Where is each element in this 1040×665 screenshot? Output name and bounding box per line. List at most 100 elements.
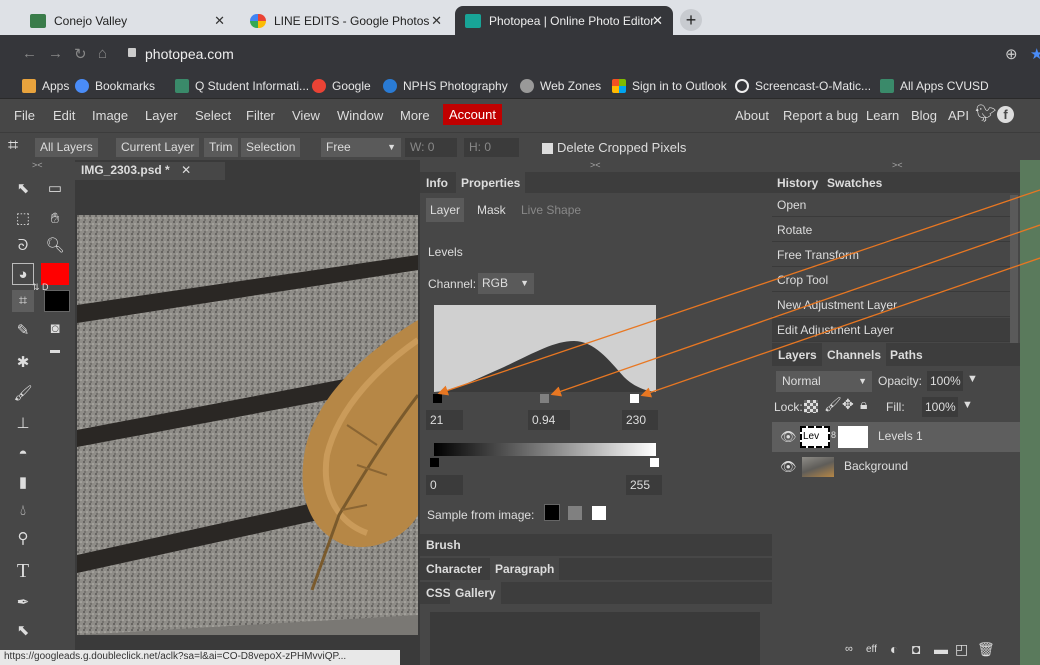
- input-white-field[interactable]: 230: [622, 410, 658, 430]
- menu-learn[interactable]: Learn: [866, 108, 899, 123]
- bookmark-cvusd[interactable]: All Apps CVUSD: [880, 72, 989, 99]
- blur-tool-icon[interactable]: 💧︎: [12, 500, 34, 522]
- input-black-field[interactable]: 21: [426, 410, 463, 430]
- menu-more[interactable]: More: [400, 108, 430, 123]
- fill-field[interactable]: 100%: [922, 397, 958, 417]
- lock-all-icon[interactable]: 🔒︎: [860, 396, 867, 413]
- channel-select[interactable]: RGB ▼: [478, 273, 534, 294]
- tab-css[interactable]: CSS: [426, 586, 451, 600]
- lock-transparency-icon[interactable]: [804, 400, 818, 413]
- tab-history[interactable]: History: [777, 176, 818, 190]
- tab-channels[interactable]: Channels: [822, 343, 887, 367]
- menu-filter[interactable]: Filter: [246, 108, 275, 123]
- output-white-slider[interactable]: [650, 458, 659, 467]
- bookmark-web-zones[interactable]: Web Zones: [520, 72, 601, 99]
- history-item-edit-adjustment-layer[interactable]: Edit Adjustment Layer: [772, 318, 1010, 342]
- menu-about[interactable]: About: [735, 108, 769, 123]
- ratio-select[interactable]: Free ▼: [321, 138, 401, 157]
- gradient-tool-icon[interactable]: ▮: [12, 472, 34, 494]
- subtab-layer[interactable]: Layer: [426, 198, 465, 222]
- hand-tool-icon[interactable]: ✋︎: [44, 208, 66, 230]
- output-white-field[interactable]: 255: [626, 475, 662, 495]
- pen-tool-icon[interactable]: ✒︎: [12, 592, 34, 614]
- new-tab-button[interactable]: +: [680, 9, 702, 31]
- width-field[interactable]: W: 0: [405, 138, 457, 157]
- quick-select-tool-icon[interactable]: ◕: [12, 263, 34, 285]
- current-layer-button[interactable]: Current Layer: [116, 138, 200, 157]
- facebook-icon[interactable]: f: [997, 106, 1014, 123]
- bookmark-nphs[interactable]: NPHS Photography: [383, 72, 508, 99]
- collapse-icon[interactable]: ><: [590, 160, 601, 170]
- chevron-down-icon[interactable]: ▼: [962, 399, 973, 411]
- delete-cropped-checkbox[interactable]: [542, 143, 553, 154]
- account-button[interactable]: Account: [443, 104, 502, 125]
- lock-move-icon[interactable]: ✥: [842, 396, 854, 413]
- move-tool-icon[interactable]: ⬉: [12, 178, 34, 200]
- sample-gray-eyedropper[interactable]: [568, 506, 582, 520]
- all-layers-button[interactable]: All Layers: [35, 138, 98, 157]
- input-black-slider[interactable]: [433, 394, 442, 403]
- history-item-rotate[interactable]: Rotate: [772, 218, 1010, 242]
- brush-tool-icon[interactable]: 🖌︎: [12, 383, 34, 405]
- trim-button[interactable]: Trim: [204, 138, 238, 157]
- menu-window[interactable]: Window: [337, 108, 383, 123]
- add-icon[interactable]: ⊕: [1005, 45, 1018, 63]
- tab-paths[interactable]: Paths: [890, 348, 923, 362]
- star-icon[interactable]: ★: [1030, 45, 1040, 63]
- background-color-swatch[interactable]: [44, 290, 70, 312]
- sample-white-eyedropper[interactable]: [592, 506, 606, 520]
- tab-paragraph[interactable]: Paragraph: [490, 558, 560, 580]
- bookmark-google[interactable]: Google: [312, 72, 371, 99]
- eyedropper-tool-icon[interactable]: ✎: [12, 320, 34, 342]
- back-icon[interactable]: ←: [22, 45, 37, 62]
- sample-black-eyedropper[interactable]: [544, 504, 560, 521]
- quick-mask-icon[interactable]: ◙: [44, 318, 66, 340]
- folder-icon[interactable]: ▬: [934, 641, 948, 657]
- bookmark-screencast[interactable]: Screencast-O-Matic...: [735, 72, 871, 99]
- home-icon[interactable]: ⌂: [98, 45, 107, 62]
- zoom-tool-icon[interactable]: 🔍︎: [44, 235, 66, 257]
- history-item-crop-tool[interactable]: Crop Tool: [772, 268, 1010, 292]
- history-item-free-transform[interactable]: Free Transform: [772, 243, 1010, 267]
- menu-api[interactable]: API: [948, 108, 969, 123]
- link-layers-icon[interactable]: ∞: [845, 643, 853, 655]
- effects-icon[interactable]: eff: [866, 644, 877, 655]
- history-item-new-adjustment-layer[interactable]: New Adjustment Layer: [772, 293, 1010, 317]
- menu-image[interactable]: Image: [92, 108, 128, 123]
- mask-icon[interactable]: ◘: [912, 641, 920, 657]
- crop-tool-icon[interactable]: ⌗: [12, 290, 34, 312]
- adjustment-icon[interactable]: ◐: [890, 641, 898, 657]
- opacity-field[interactable]: 100%: [927, 371, 963, 391]
- tab-google-photos[interactable]: LINE EDITS - Google Photos ✕: [240, 6, 452, 35]
- twitter-icon[interactable]: 🐦︎: [975, 104, 997, 124]
- menu-edit[interactable]: Edit: [53, 108, 75, 123]
- url-field[interactable]: photopea.com: [145, 46, 234, 62]
- eraser-tool-icon[interactable]: ◓: [12, 443, 34, 465]
- input-gamma-field[interactable]: 0.94: [528, 410, 570, 430]
- tab-info[interactable]: Info: [426, 176, 448, 190]
- history-scrollbar[interactable]: [1010, 195, 1018, 343]
- tab-properties[interactable]: Properties: [456, 172, 526, 194]
- eye-icon[interactable]: 👁︎: [780, 429, 797, 445]
- tab-photopea[interactable]: Photopea | Online Photo Editor ✕: [455, 6, 673, 35]
- subtab-live-shape[interactable]: Live Shape: [521, 203, 581, 217]
- tab-swatches[interactable]: Swatches: [827, 176, 882, 190]
- tab-gallery[interactable]: Gallery: [450, 582, 501, 604]
- tab-brush[interactable]: Brush: [426, 538, 461, 552]
- tab-character[interactable]: Character: [426, 562, 482, 576]
- close-icon[interactable]: ✕: [214, 13, 225, 29]
- forward-icon[interactable]: →: [48, 45, 63, 62]
- bookmark-bookmarks[interactable]: Bookmarks: [75, 72, 155, 99]
- height-field[interactable]: H: 0: [464, 138, 519, 157]
- selection-button[interactable]: Selection: [241, 138, 301, 157]
- stamp-tool-icon[interactable]: ⊥: [12, 413, 34, 435]
- history-item-open[interactable]: Open: [772, 193, 1010, 217]
- healing-brush-tool-icon[interactable]: ✱: [12, 352, 34, 374]
- menu-file[interactable]: File: [14, 108, 35, 123]
- document-tab[interactable]: IMG_2303.psd * ✕: [75, 162, 225, 180]
- type-tool-icon[interactable]: T: [12, 560, 34, 582]
- close-icon[interactable]: ✕: [181, 163, 191, 177]
- artboard-tool-icon[interactable]: ▭: [44, 178, 66, 200]
- lasso-tool-icon[interactable]: ᘐ: [12, 235, 34, 257]
- menu-view[interactable]: View: [292, 108, 320, 123]
